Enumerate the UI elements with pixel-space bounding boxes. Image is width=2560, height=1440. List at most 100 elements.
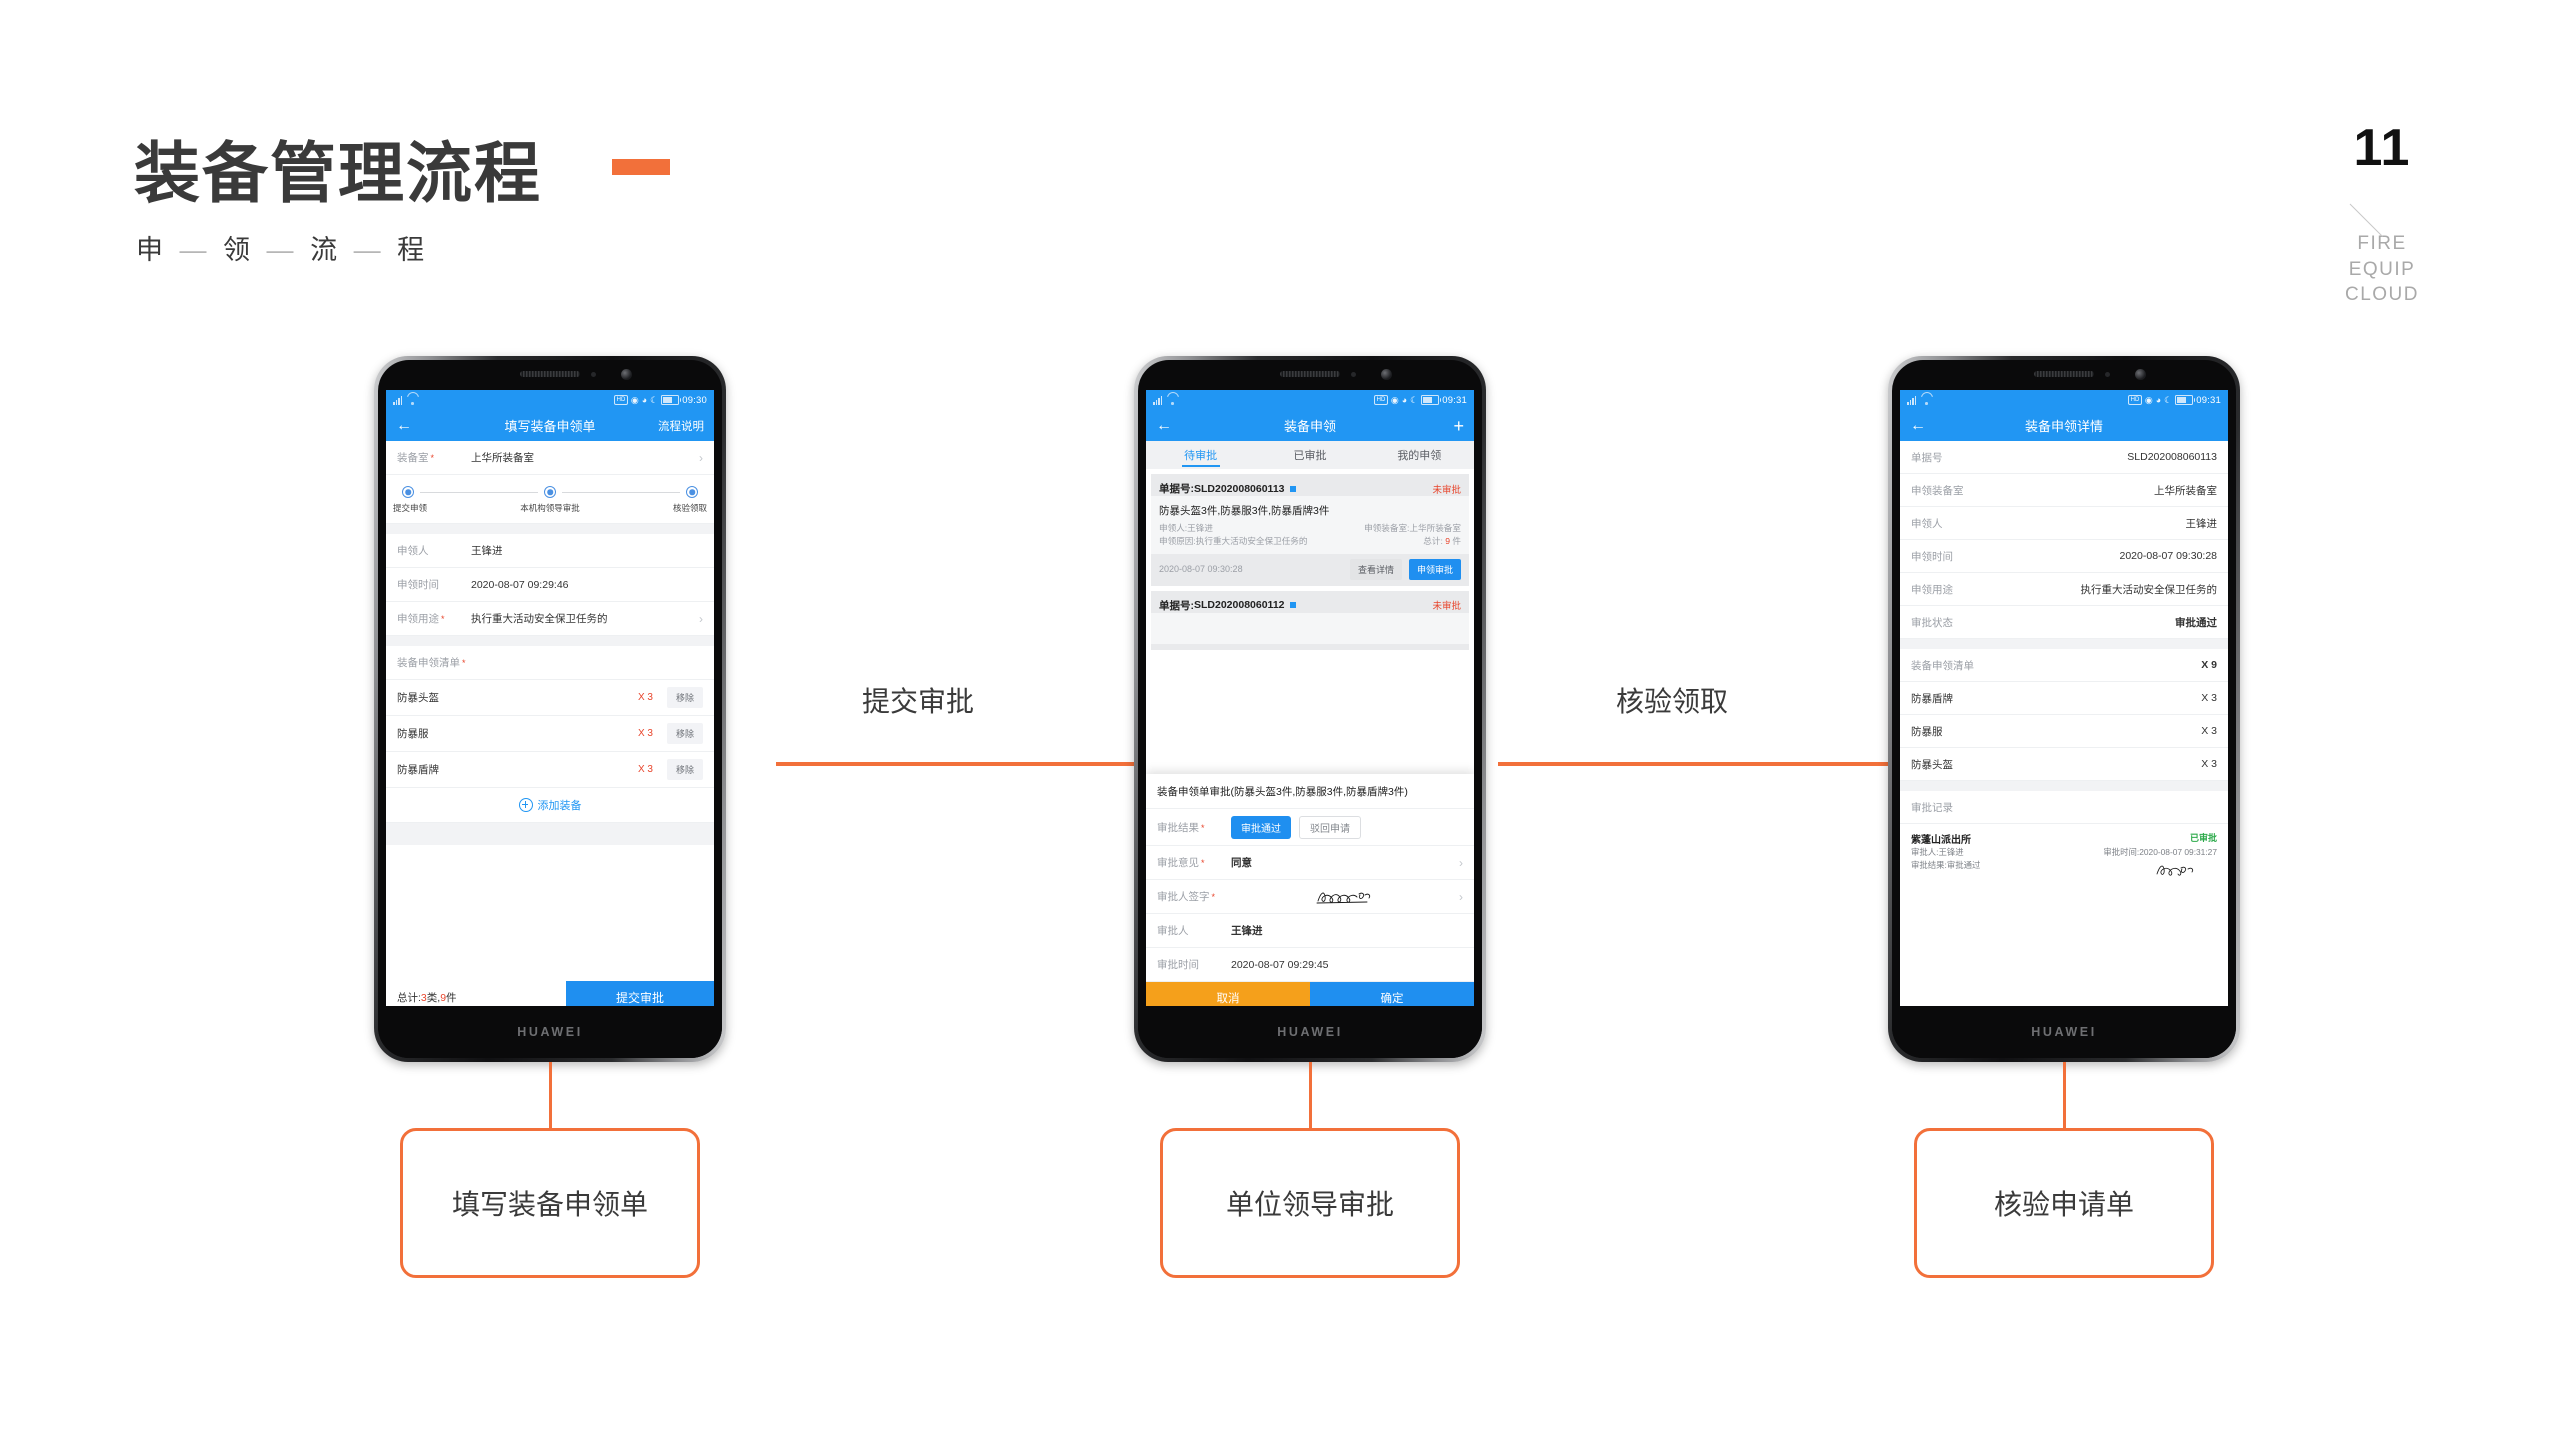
subtitle-part-4: 程 (397, 235, 425, 265)
detail-row-room: 申领装备室 上华所装备室 (1900, 474, 2228, 507)
approval-opinion-row[interactable]: 审批意见 * 同意 › (1146, 846, 1474, 880)
eye-icon: ◉ (630, 394, 639, 405)
moon-icon: ☾ (1410, 394, 1419, 405)
speaker-icon (520, 371, 580, 377)
approve-reject-button[interactable]: 驳回申请 (1299, 815, 1361, 839)
phone-2-screen: HD ◉ ◕ ☾ 09:31 ← 装备申领 + 待审批 已审批 我的申领 单据号… (1146, 390, 1474, 1014)
equipment-room-label: 装备室 * (397, 450, 471, 465)
purpose-label-text: 申领用途 (397, 613, 439, 625)
tab-approved[interactable]: 已审批 (1255, 441, 1364, 469)
applicant-name: 王锋进 (1187, 523, 1213, 533)
subtitle-part-2: 领 (223, 235, 251, 265)
callout-label-3: 核验申请单 (1993, 1189, 2134, 1220)
equipment-room-row[interactable]: 装备室 * 上华所装备室 › (386, 441, 714, 475)
room-name: 上华所装备室 (1409, 523, 1461, 533)
request-card-footer: 2020-08-07 09:30:28 查看详情 申领审批 (1159, 554, 1461, 586)
phone-1-screen: HD ◉ ◕ ☾ 09:30 ← 填写装备申领单 流程说明 装备室 * 上华所装备… (386, 390, 714, 1014)
equipment-name: 防暴头盔 (397, 692, 439, 704)
equipment-list-title-text: 装备申领清单 (397, 657, 460, 669)
request-no: SLD202008060112 (1194, 599, 1285, 612)
back-arrow-icon[interactable]: ← (1910, 417, 1936, 434)
purpose-label: 申领用途 * (397, 611, 471, 626)
detail-row-doc-no: 单据号 SLD202008060113 (1900, 441, 2228, 474)
add-icon[interactable]: + (1453, 417, 1464, 435)
equipment-qty: X 3 (637, 728, 653, 739)
step-label-1: 提交申领 (393, 503, 428, 513)
step-connector-2 (562, 491, 680, 493)
remove-button[interactable]: 移除 (666, 687, 703, 708)
callout-stem-1 (549, 1062, 552, 1128)
request-card-body-2 (1151, 612, 1469, 644)
applicant-label: 申领人 (397, 545, 429, 557)
tab-pending[interactable]: 待审批 (1146, 441, 1255, 469)
status-square-icon (1289, 602, 1296, 609)
applicant-row: 申领人 王锋进 (386, 534, 714, 568)
front-camera-icon (1380, 369, 1392, 380)
detail-label: 审批状态 (1911, 616, 1953, 629)
alarm-icon: ◕ (1401, 394, 1408, 405)
title-underline-accent (612, 159, 670, 175)
back-arrow-icon[interactable]: ← (396, 417, 422, 434)
statusbar-left (1153, 395, 1178, 405)
process-help-button[interactable]: 流程说明 (658, 418, 704, 434)
callout-box-3: 核验申请单 (1914, 1128, 2214, 1278)
brand-line-3: CLOUD (2344, 284, 2419, 306)
record-result-label: 审批结果: (1911, 860, 1947, 871)
phone-1-body: HD ◉ ◕ ☾ 09:30 ← 填写装备申领单 流程说明 装备室 * 上华所装备… (378, 360, 722, 1058)
total-unit: 件 (1450, 535, 1461, 546)
statusbar-left (393, 395, 418, 405)
purpose-row[interactable]: 申领用途 * 执行重大活动安全保卫任务的 › (386, 602, 714, 636)
request-no: SLD202008060113 (1194, 482, 1285, 495)
equipment-room-label-text: 装备室 (397, 452, 429, 464)
phone-3-top-bezel (1892, 360, 2236, 390)
tab-my-requests[interactable]: 我的申领 (1365, 441, 1474, 469)
request-card[interactable]: 单据号: SLD202008060113 未审批 防暴头盔3件,防暴服3件,防暴盾… (1151, 474, 1469, 586)
apply-time-row: 申领时间 2020-08-07 09:29:46 (386, 568, 714, 602)
phone-1-top-bezel (378, 360, 722, 390)
remove-button[interactable]: 移除 (666, 723, 703, 744)
approve-button[interactable]: 申领审批 (1408, 558, 1461, 580)
detail-value: 王锋进 (2185, 517, 2218, 530)
approval-opinion-label: 审批意见 * (1157, 855, 1231, 870)
brand-block: 11 FIRE EQUIP CLOUD (2322, 122, 2442, 308)
required-asterisk: * (1211, 892, 1216, 902)
approval-org-name: 紫蓬山派出所 (1911, 835, 1971, 846)
request-meta-row-1: 申领人:王锋进 申领装备室:上华所装备室 (1159, 522, 1461, 535)
request-card[interactable]: 单据号: SLD202008060112 未审批 (1151, 590, 1469, 650)
statusbar-right: HD ◉ ◕ ☾ 09:30 (614, 395, 707, 406)
record-approver-label: 审批人: (1911, 847, 1939, 857)
equipment-name: 防暴盾牌 (397, 764, 439, 776)
signal-icon (1907, 395, 1918, 405)
request-time: 2020-08-07 09:30:28 (1159, 564, 1243, 575)
room-label: 申领装备室: (1364, 523, 1410, 533)
detail-row-status: 审批状态 审批通过 (1900, 606, 2228, 639)
approve-pass-button[interactable]: 审批通过 (1231, 815, 1291, 839)
step-connector-1 (420, 491, 538, 493)
approval-time-row: 审批时间 2020-08-07 09:29:45 (1146, 948, 1474, 982)
remove-button[interactable]: 移除 (666, 759, 703, 780)
chevron-right-icon: › (699, 611, 703, 626)
equipment-item-row: 防暴服 X 3 移除 (386, 716, 714, 752)
add-equipment-button[interactable]: 添加装备 (386, 788, 714, 823)
record-approver: 审批人:王锋进 (1911, 846, 1964, 859)
status-square-icon (1289, 485, 1296, 492)
equipment-qty: X 3 (637, 764, 653, 775)
phone-brand-logo: HUAWEI (517, 1025, 583, 1039)
arrow-1-label: 提交审批 (862, 686, 975, 717)
back-arrow-icon[interactable]: ← (1156, 417, 1182, 434)
step-label-3: 核验领取 (672, 503, 707, 513)
arrow-2-label: 核验领取 (1616, 686, 1729, 717)
approver-signature-row[interactable]: 审批人签字 * › (1146, 880, 1474, 914)
chevron-right-icon: › (699, 450, 703, 465)
phone-2-chin: HUAWEI (1138, 1006, 1482, 1058)
chevron-right-icon: › (1459, 855, 1463, 870)
proximity-sensor-icon (1351, 372, 1357, 377)
statusbar-clock: 09:30 (682, 394, 707, 406)
sheet-title: 装备申领单审批(防暴头盔3件,防暴服3件,防暴盾牌3件) (1146, 774, 1474, 809)
section-divider-2 (1900, 781, 2228, 791)
detail-value: 上华所装备室 (2154, 484, 2217, 497)
view-detail-button[interactable]: 查看详情 (1349, 558, 1402, 580)
approval-status-badge: 审批通过 (2175, 616, 2217, 629)
phone-3-navbar: ← 装备申领详情 (1900, 410, 2228, 441)
proximity-sensor-icon (591, 372, 597, 377)
